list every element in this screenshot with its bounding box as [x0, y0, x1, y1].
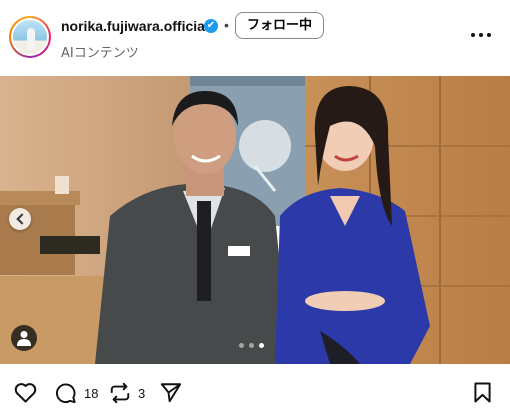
- save-bookmark-icon[interactable]: [474, 382, 491, 403]
- more-options-icon[interactable]: [470, 28, 492, 42]
- carousel-prev-button[interactable]: [9, 208, 31, 230]
- username-link[interactable]: norika.fujiwara.official: [61, 18, 209, 34]
- separator-dot: •: [224, 17, 229, 33]
- photo-illustration: [0, 76, 510, 364]
- carousel-indicator: [239, 343, 269, 349]
- person-icon: [17, 331, 31, 346]
- comment-icon[interactable]: [54, 382, 77, 404]
- avatar-image: [11, 18, 49, 56]
- share-send-icon[interactable]: [160, 382, 182, 403]
- comment-count: 18: [84, 386, 99, 401]
- tagged-users-icon[interactable]: [11, 325, 37, 351]
- action-bar: 18 3: [0, 364, 510, 417]
- repost-icon[interactable]: [109, 382, 131, 404]
- carousel-dot: [249, 343, 254, 348]
- carousel-dot-active: [259, 343, 264, 348]
- post-header: norika.fujiwara.official ✔ • フォロー中 AIコンテ…: [0, 0, 510, 76]
- repost-count: 3: [138, 386, 146, 401]
- verified-badge-icon: ✔: [204, 19, 218, 33]
- like-heart-icon[interactable]: [14, 382, 37, 403]
- following-button[interactable]: フォロー中: [235, 12, 324, 39]
- carousel-dot: [239, 343, 244, 348]
- post-photo[interactable]: [0, 76, 510, 364]
- ai-content-label[interactable]: AIコンテンツ: [61, 42, 139, 61]
- profile-avatar[interactable]: [9, 16, 51, 58]
